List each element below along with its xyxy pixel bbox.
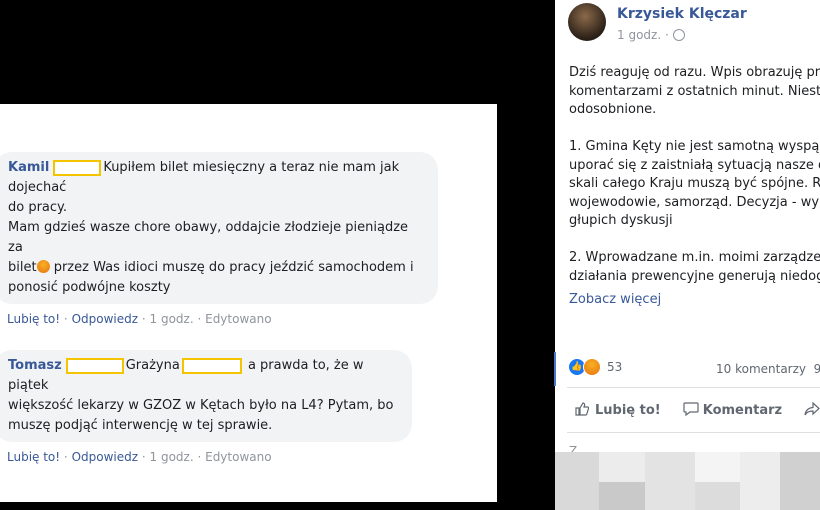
- like-button[interactable]: Lubię to!: [575, 402, 661, 418]
- comment-text-line: ponosić podwójne koszty: [8, 280, 171, 295]
- redaction-box: [65, 357, 124, 374]
- share-button[interactable]: Ud: [804, 401, 820, 418]
- comment-bubble: Tomasz Grażyna a prawda to, że w piątek w…: [0, 350, 412, 442]
- post-stats: 10 komentarzy 9 u: [716, 362, 820, 376]
- comment-text-line: przez Was idioci muszę do pracy jeździć …: [49, 260, 414, 275]
- post-line: głupich dyskusji: [569, 213, 673, 228]
- comment-icon: [683, 402, 699, 417]
- redaction-box: [181, 357, 242, 374]
- like-label: Lubię to!: [595, 403, 661, 418]
- comment-text-line: bilet: [8, 260, 37, 275]
- comment-author[interactable]: Kamil: [8, 160, 49, 175]
- post-action-bar: Lubię to! Komentarz Ud: [575, 401, 820, 418]
- shares-count[interactable]: 9 u: [814, 362, 820, 376]
- comments-panel: Kamil Kupiłem bilet miesięczny a teraz ni…: [0, 104, 497, 502]
- post-line: uporać się z zaistniałą sytuacją nasze d…: [569, 157, 820, 173]
- angry-reaction-icon: [583, 358, 601, 376]
- accent-bar: [554, 352, 556, 386]
- comment-timestamp[interactable]: 1 godz.: [150, 450, 194, 464]
- see-more-link[interactable]: Zobacz więcej: [569, 292, 661, 307]
- like-link[interactable]: Lubię to!: [7, 450, 60, 464]
- divider: [567, 387, 820, 388]
- post-line: Dziś reaguję od razu. Wpis obrazuję przy…: [569, 65, 820, 80]
- redaction-box: [53, 159, 102, 176]
- post-line: komentarzami z ostatnich minut. Niestety…: [569, 83, 820, 99]
- comment-tomasz: Tomasz Grażyna a prawda to, że w piątek w…: [0, 350, 412, 464]
- post-timestamp[interactable]: 1 godz. ·: [617, 28, 685, 42]
- edited-label[interactable]: Edytowano: [205, 312, 271, 326]
- comment-author[interactable]: Tomasz: [8, 358, 62, 373]
- pixelated-blur-area: [555, 452, 820, 510]
- post-line: 2. Wprowadzane m.in. moimi zarządzeniam: [569, 250, 820, 265]
- comment-label: Komentarz: [702, 403, 783, 418]
- globe-icon: [672, 29, 685, 41]
- reaction-summary[interactable]: 👍 53: [569, 358, 622, 376]
- reply-link[interactable]: Odpowiedz: [72, 450, 138, 464]
- edited-label[interactable]: Edytowano: [205, 450, 271, 464]
- comment-button[interactable]: Komentarz: [683, 402, 782, 418]
- reply-link[interactable]: Odpowiedz: [72, 312, 138, 326]
- post-line: skali całego Kraju muszą być spójne. Rzą…: [569, 176, 820, 191]
- comment-actions: Lubię to! · Odpowiedz · 1 godz. · Edytow…: [7, 450, 272, 464]
- avatar[interactable]: [568, 3, 606, 41]
- comment-bubble: Kamil Kupiłem bilet miesięczny a teraz ni…: [0, 152, 438, 304]
- comment-timestamp[interactable]: 1 godz.: [150, 312, 194, 326]
- like-link[interactable]: Lubię to!: [7, 312, 60, 326]
- thumbs-up-icon: [575, 402, 590, 416]
- post-author[interactable]: Krzysiek Klęczar: [617, 6, 747, 22]
- comment-text-line: do pracy.: [8, 200, 68, 215]
- comment-text-line: większość lekarzy w GZOZ w Kętach było n…: [8, 398, 394, 413]
- comment-text-line: muszę podjąć interwencję w tej sprawie.: [8, 418, 273, 433]
- post-line: odosobnione.: [569, 102, 657, 117]
- angry-emoji-icon: [36, 260, 50, 273]
- post-line: wojewodowie, samorząd. Decyzja - wykona: [569, 194, 820, 210]
- mention-name[interactable]: Grażyna: [126, 358, 180, 373]
- post-line: 1. Gmina Kęty nie jest samotną wyspą. Je…: [569, 139, 820, 154]
- reaction-count: 53: [607, 360, 623, 374]
- post-time-text: 1 godz. ·: [617, 28, 669, 42]
- post-body: Dziś reaguję od razu. Wpis obrazuję przy…: [569, 64, 820, 305]
- comment-actions: Lubię to! · Odpowiedz · 1 godz. · Edytow…: [7, 312, 272, 326]
- post-line: działania prewencyjne generują niedog...: [569, 268, 820, 284]
- share-icon: [804, 401, 820, 416]
- comment-kamil: Kamil Kupiłem bilet miesięczny a teraz ni…: [0, 152, 438, 326]
- divider: [567, 432, 820, 433]
- comments-count[interactable]: 10 komentarzy: [716, 362, 806, 376]
- comment-text-line: Mam gdzieś wasze chore obawy, oddajcie z…: [8, 220, 409, 255]
- post-panel: Krzysiek Klęczar 1 godz. · Dziś reaguję …: [555, 0, 820, 510]
